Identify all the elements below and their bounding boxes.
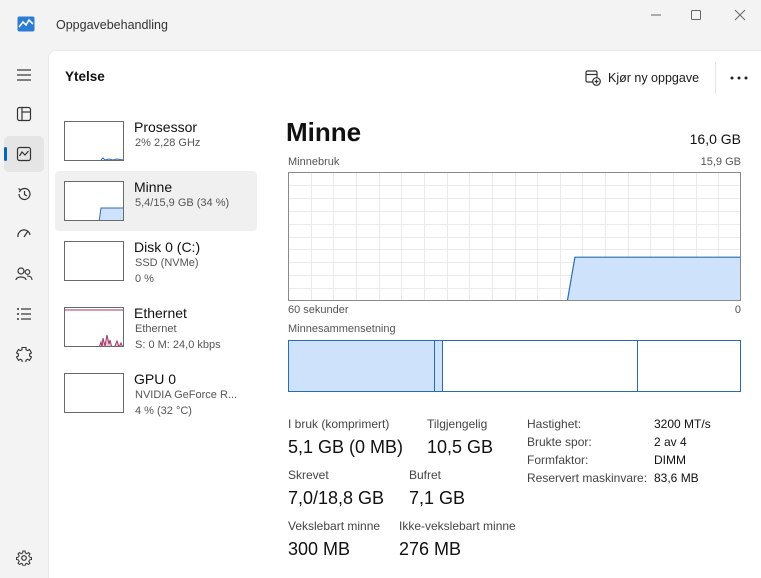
resource-item-memory[interactable]: Minne 5,4/15,9 GB (34 %)	[55, 171, 257, 231]
gear-icon[interactable]	[4, 540, 44, 576]
resource-subtitle: SSD (NVMe)	[135, 257, 199, 269]
gpu-thumbnail	[64, 373, 124, 413]
stat-label-available: Tilgjengelig	[427, 417, 488, 431]
resource-item-processor[interactable]: Prosessor 2% 2,28 GHz	[55, 111, 257, 171]
chart-zero-label: 0	[734, 304, 741, 316]
title-bar: Oppgavebehandling	[0, 0, 761, 50]
close-icon[interactable]	[720, 4, 760, 26]
resource-item-disk[interactable]: Disk 0 (C:) SSD (NVMe) 0 %	[55, 231, 257, 291]
page-title: Ytelse	[65, 69, 105, 84]
resource-subtitle-2: S: 0 M: 24,0 kbps	[135, 339, 221, 351]
stat-label-paged-pool: Vekslebart minne	[288, 519, 381, 533]
resource-subtitle-2: 0 %	[135, 273, 154, 285]
resource-subtitle: Ethernet	[135, 323, 177, 335]
disk-thumbnail	[64, 241, 124, 281]
chart-time-label: 60 sekunder	[288, 304, 349, 316]
resource-subtitle: NVIDIA GeForce R...	[135, 389, 238, 401]
resource-name: Disk 0 (C:)	[134, 239, 201, 255]
stat-label-committed: Skrevet	[288, 468, 329, 482]
stat-value-paged-pool: 300 MB	[288, 539, 351, 559]
resource-item-gpu[interactable]: GPU 0 NVIDIA GeForce R... 4 % (32 °C)	[55, 363, 257, 423]
composition-free[interactable]	[638, 341, 740, 391]
memory-usage-chart	[288, 172, 741, 301]
property-value-form-factor: DIMM	[654, 453, 686, 467]
resource-name: Minne	[134, 179, 173, 195]
resource-subtitle: 5,4/15,9 GB (34 %)	[135, 197, 230, 209]
ethernet-thumbnail	[64, 307, 124, 347]
property-key-slots: Brukte spor:	[527, 435, 592, 449]
memory-usage-area	[567, 257, 741, 301]
memory-usage-label: Minnebruk	[288, 156, 340, 168]
stat-label-in-use: I bruk (komprimert)	[288, 417, 390, 431]
composition-standby[interactable]	[443, 341, 638, 391]
memory-thumbnail	[64, 181, 124, 221]
property-value-slots: 2 av 4	[654, 435, 687, 449]
users-icon[interactable]	[4, 256, 44, 292]
property-key-speed: Hastighet:	[527, 417, 582, 431]
stat-value-available: 10,5 GB	[427, 437, 494, 457]
composition-in-use[interactable]	[289, 341, 435, 391]
stat-value-committed: 7,0/18,8 GB	[288, 488, 385, 508]
header-divider	[715, 62, 716, 94]
minimize-icon[interactable]	[636, 4, 676, 26]
task-manager-icon	[17, 16, 35, 32]
memory-usage-max: 15,9 GB	[700, 156, 741, 168]
resource-subtitle: 2% 2,28 GHz	[135, 137, 201, 149]
startup-apps-icon[interactable]	[4, 216, 44, 252]
resource-name: Ethernet	[134, 305, 187, 321]
resource-item-ethernet[interactable]: Ethernet Ethernet S: 0 M: 24,0 kbps	[55, 297, 257, 357]
resource-name: GPU 0	[134, 371, 177, 387]
stat-value-non-paged-pool: 276 MB	[399, 539, 462, 559]
app-history-icon[interactable]	[4, 176, 44, 212]
memory-composition-bar	[288, 340, 741, 392]
property-value-speed: 3200 MT/s	[654, 417, 711, 431]
resource-subtitle-2: 4 % (32 °C)	[135, 405, 192, 417]
navigation-rail	[0, 50, 48, 578]
stat-label-non-paged-pool: Ikke-vekslebart minne	[399, 519, 516, 533]
memory-total: 16,0 GB	[689, 131, 741, 147]
processes-icon[interactable]	[4, 96, 44, 132]
property-key-form-factor: Formfaktor:	[527, 453, 589, 467]
run-task-icon	[585, 70, 601, 86]
performance-icon[interactable]	[4, 136, 44, 172]
hamburger-menu-icon[interactable]	[4, 57, 44, 93]
details-icon[interactable]	[4, 296, 44, 332]
stat-label-cached: Bufret	[409, 468, 442, 482]
detail-title: Minne	[286, 117, 362, 147]
composition-modified[interactable]	[435, 341, 443, 391]
property-value-reserved: 83,6 MB	[654, 471, 699, 485]
property-key-reserved: Reservert maskinvare:	[527, 471, 648, 485]
app-title: Oppgavebehandling	[56, 18, 168, 32]
stat-value-in-use: 5,1 GB (0 MB)	[288, 437, 404, 457]
resource-name: Prosessor	[134, 119, 198, 135]
run-new-task-label: Kjør ny oppgave	[608, 71, 700, 85]
processor-thumbnail	[64, 121, 124, 161]
maximize-icon[interactable]	[676, 4, 716, 26]
run-new-task-button[interactable]: Kjør ny oppgave	[585, 67, 699, 89]
more-icon[interactable]	[725, 67, 753, 89]
memory-composition-label: Minnesammensetning	[288, 323, 396, 335]
services-icon[interactable]	[4, 336, 44, 372]
stat-value-cached: 7,1 GB	[409, 488, 466, 508]
main-panel: Ytelse Kjør ny oppgave Prosessor 2% 2,28…	[48, 50, 761, 578]
